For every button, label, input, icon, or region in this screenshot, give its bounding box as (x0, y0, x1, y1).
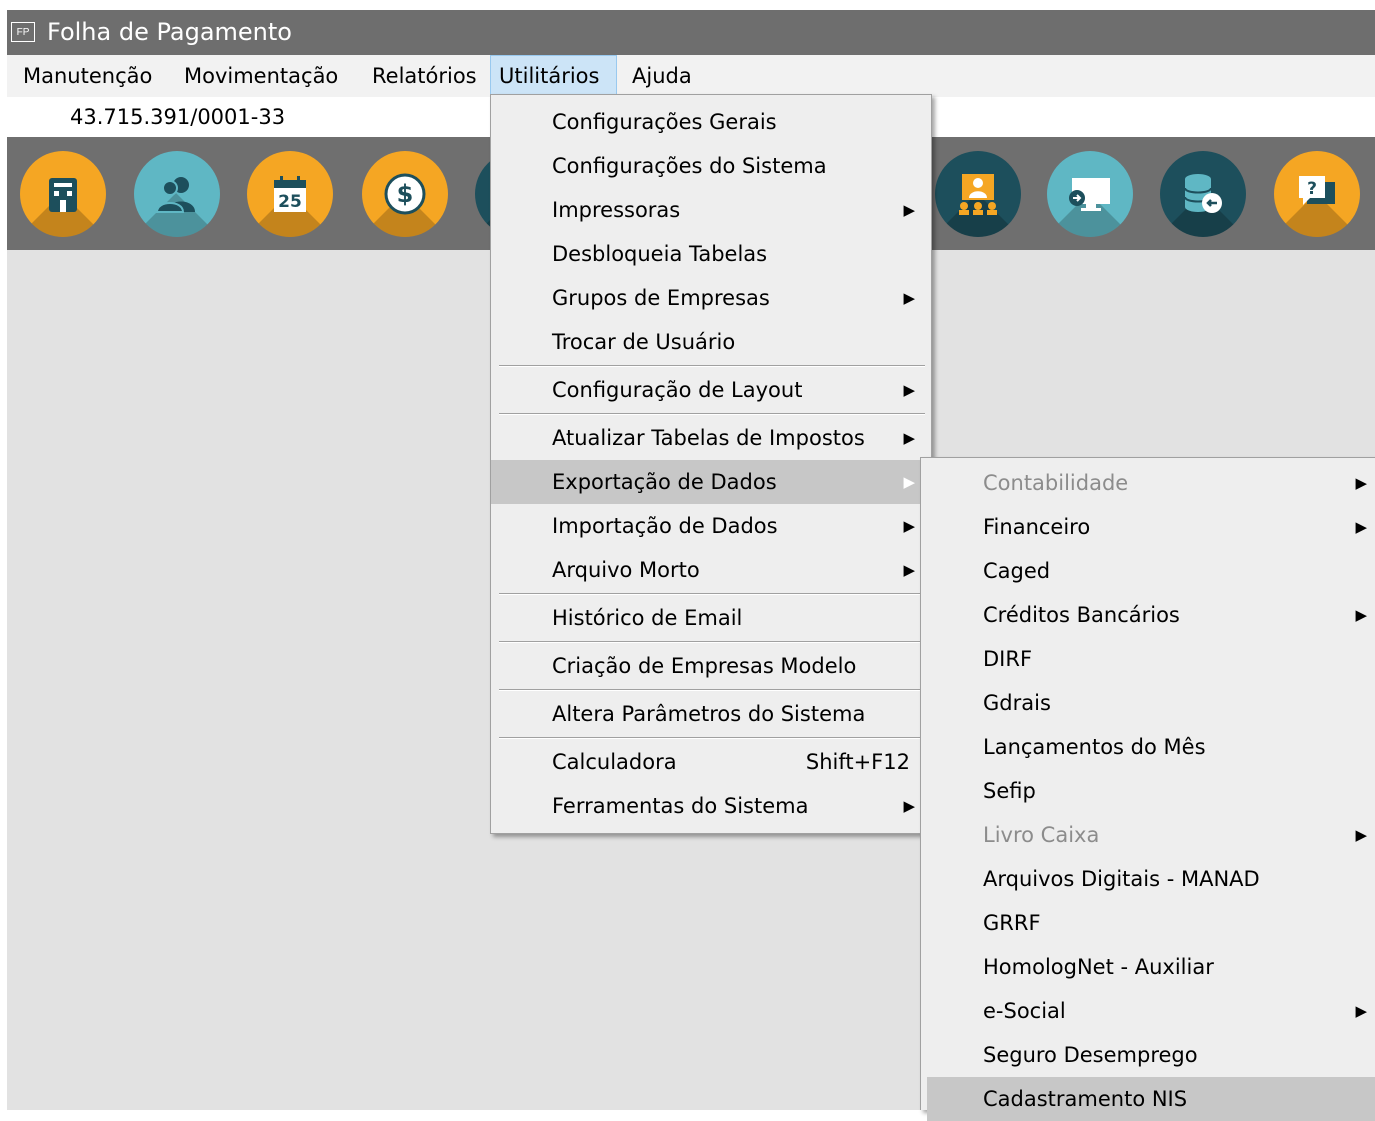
menu-manutencao[interactable]: Manutenção (15, 55, 160, 97)
menu-item-lancamentos-mes[interactable]: Lançamentos do Mês (921, 725, 1375, 769)
title-bar: FP Folha de Pagamento (7, 10, 1375, 55)
menu-item-calculadora[interactable]: Calculadora Shift+F12 (491, 740, 931, 784)
app-icon: FP (11, 22, 35, 42)
menu-item-dirf[interactable]: DIRF (921, 637, 1375, 681)
monitor-icon[interactable] (1047, 151, 1133, 237)
submenu-arrow-icon: ▶ (1355, 606, 1367, 624)
menu-item-homolognet-auxiliar[interactable]: HomologNet - Auxiliar (921, 945, 1375, 989)
menu-item-criacao-empresas-modelo[interactable]: Criação de Empresas Modelo (491, 644, 931, 688)
submenu-arrow-icon: ▶ (903, 429, 915, 447)
submenu-arrow-icon: ▶ (903, 201, 915, 219)
menu-item-livro-caixa: Livro Caixa ▶ (921, 813, 1375, 857)
calendar-day: 25 (278, 192, 302, 212)
menu-separator (499, 413, 925, 415)
menu-item-exportacao-dados[interactable]: Exportação de Dados ▶ (491, 460, 931, 504)
menu-item-caged[interactable]: Caged (921, 549, 1375, 593)
submenu-arrow-icon: ▶ (903, 797, 915, 815)
menu-separator (499, 365, 925, 367)
menu-item-arquivo-morto[interactable]: Arquivo Morto ▶ (491, 548, 931, 592)
presentation-icon[interactable] (935, 151, 1021, 237)
menu-separator (499, 737, 925, 739)
menu-item-sefip[interactable]: Sefip (921, 769, 1375, 813)
menu-item-configuracoes-gerais[interactable]: Configurações Gerais (491, 100, 931, 144)
menu-item-grrf[interactable]: GRRF (921, 901, 1375, 945)
menu-item-gdrais[interactable]: Gdrais (921, 681, 1375, 725)
menu-item-trocar-usuario[interactable]: Trocar de Usuário (491, 320, 931, 364)
submenu-arrow-icon: ▶ (1355, 474, 1367, 492)
menu-item-e-social[interactable]: e-Social ▶ (921, 989, 1375, 1033)
menu-bar: Manutenção Movimentação Relatórios Utili… (7, 55, 1375, 97)
menu-item-ferramentas-sistema[interactable]: Ferramentas do Sistema ▶ (491, 784, 931, 828)
submenu-arrow-icon: ▶ (903, 381, 915, 399)
menu-item-arquivos-digitais-manad[interactable]: Arquivos Digitais - MANAD (921, 857, 1375, 901)
company-cnpj: 43.715.391/0001-33 (70, 105, 286, 129)
menu-utilitarios[interactable]: Utilitários (490, 55, 617, 97)
menu-item-desbloqueia-tabelas[interactable]: Desbloqueia Tabelas (491, 232, 931, 276)
submenu-arrow-icon: ▶ (903, 561, 915, 579)
submenu-arrow-icon: ▶ (903, 517, 915, 535)
window-title: Folha de Pagamento (47, 18, 292, 46)
utilitarios-dropdown: Configurações Gerais Configurações do Si… (490, 94, 932, 834)
menu-separator (499, 641, 925, 643)
menu-item-creditos-bancarios[interactable]: Créditos Bancários ▶ (921, 593, 1375, 637)
menu-ajuda[interactable]: Ajuda (624, 55, 700, 97)
menu-separator (499, 689, 925, 691)
menu-item-configuracoes-sistema[interactable]: Configurações do Sistema (491, 144, 931, 188)
menu-item-financeiro[interactable]: Financeiro ▶ (921, 505, 1375, 549)
calendar-icon[interactable]: 25 (247, 151, 333, 237)
shortcut-label: Shift+F12 (805, 750, 910, 774)
building-icon[interactable] (20, 151, 106, 237)
exportacao-submenu: Contabilidade ▶ Financeiro ▶ Caged Crédito… (920, 457, 1375, 1121)
menu-relatorios[interactable]: Relatórios (364, 55, 485, 97)
menu-item-contabilidade: Contabilidade ▶ (921, 461, 1375, 505)
submenu-arrow-icon: ▶ (903, 473, 915, 491)
menu-item-cadastramento-nis[interactable]: Cadastramento NIS (927, 1077, 1375, 1121)
people-icon[interactable] (134, 151, 220, 237)
submenu-arrow-icon: ▶ (1355, 826, 1367, 844)
menu-item-altera-parametros[interactable]: Altera Parâmetros do Sistema (491, 692, 931, 736)
help-chat-icon[interactable]: ? (1274, 151, 1360, 237)
submenu-arrow-icon: ▶ (1355, 1002, 1367, 1020)
svg-text:$: $ (397, 180, 414, 208)
database-icon[interactable] (1160, 151, 1246, 237)
menu-item-atualizar-tabelas-impostos[interactable]: Atualizar Tabelas de Impostos ▶ (491, 416, 931, 460)
submenu-arrow-icon: ▶ (903, 289, 915, 307)
menu-item-importacao-dados[interactable]: Importação de Dados ▶ (491, 504, 931, 548)
svg-text:?: ? (1307, 179, 1317, 199)
menu-item-historico-email[interactable]: Histórico de Email (491, 596, 931, 640)
menu-item-configuracao-layout[interactable]: Configuração de Layout ▶ (491, 368, 931, 412)
menu-item-impressoras[interactable]: Impressoras ▶ (491, 188, 931, 232)
menu-item-seguro-desemprego[interactable]: Seguro Desemprego (921, 1033, 1375, 1077)
money-icon[interactable]: $ (362, 151, 448, 237)
submenu-arrow-icon: ▶ (1355, 518, 1367, 536)
menu-movimentacao[interactable]: Movimentação (176, 55, 346, 97)
menu-separator (499, 593, 925, 595)
menu-item-grupos-empresas[interactable]: Grupos de Empresas ▶ (491, 276, 931, 320)
